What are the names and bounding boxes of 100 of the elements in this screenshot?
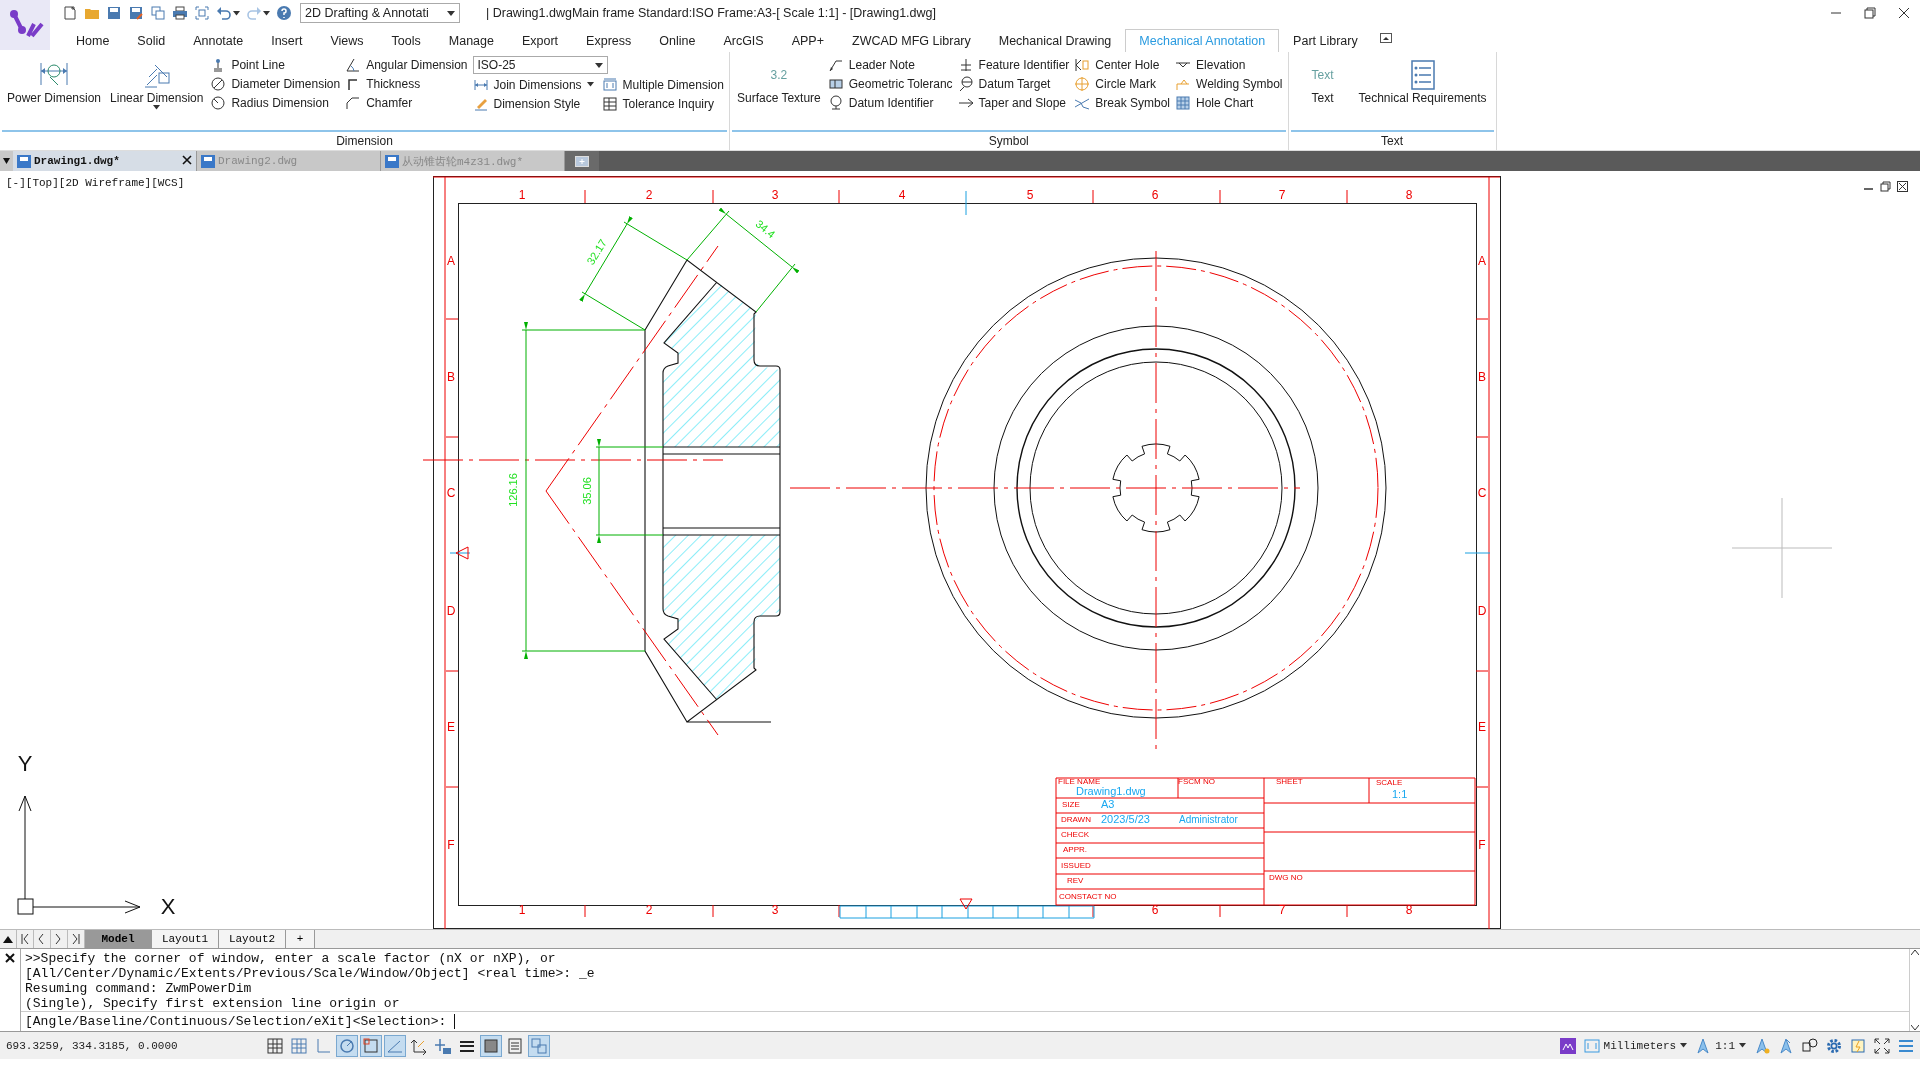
- ribbon-tool-button[interactable]: Dimension Style: [472, 95, 594, 112]
- ribbon-tool-button[interactable]: Datum Target: [957, 75, 1070, 92]
- ribbon-tab[interactable]: ArcGIS: [709, 29, 778, 52]
- ribbon-tab[interactable]: Manage: [434, 29, 508, 52]
- ribbon-tool-button[interactable]: Radius Dimension: [210, 94, 341, 111]
- ribbon-large-button[interactable]: Technical Requirements: [1356, 56, 1491, 130]
- undo-icon[interactable]: [216, 5, 232, 21]
- ribbon-tab[interactable]: Express: [572, 29, 646, 52]
- last-tab-icon[interactable]: [71, 932, 81, 946]
- close-icon[interactable]: [182, 154, 192, 165]
- ribbon-tool-button[interactable]: Chamfer: [345, 94, 468, 111]
- ribbon-tab[interactable]: Annotate: [179, 29, 258, 52]
- grid-label: 8: [1405, 903, 1413, 918]
- ribbon-tool-button[interactable]: Datum Identifier: [827, 94, 953, 111]
- isolate-objects-icon[interactable]: [1802, 1037, 1818, 1054]
- ribbon-tab[interactable]: Part Library: [1279, 29, 1372, 52]
- dimension-icon: [601, 76, 618, 93]
- selection-icon: [530, 1036, 548, 1055]
- title-block-value: 2023/5/23: [1101, 812, 1150, 825]
- ribbon-tab[interactable]: ZWCAD MFG Library: [838, 29, 985, 52]
- polar-toggle[interactable]: [336, 1034, 358, 1057]
- close-icon[interactable]: [5, 953, 15, 963]
- caret-icon[interactable]: [1739, 1043, 1746, 1048]
- layout-tab[interactable]: Model: [85, 930, 152, 948]
- grid-label: 4: [898, 188, 906, 203]
- annotation-visibility-icon[interactable]: [1754, 1037, 1770, 1054]
- dropdown-arrow-icon[interactable]: [3, 158, 10, 164]
- new-tab-icon[interactable]: [575, 155, 589, 167]
- caret-icon[interactable]: [263, 10, 270, 16]
- ribbon-tool-button[interactable]: Angular Dimension: [345, 56, 468, 73]
- layout-tab[interactable]: Layout2: [219, 930, 286, 948]
- new-file-icon[interactable]: [62, 5, 78, 21]
- ribbon-tool-button[interactable]: Point Line: [210, 56, 341, 73]
- grid-label: C: [446, 486, 456, 501]
- save-icon[interactable]: [106, 5, 122, 21]
- object-snap-toggle[interactable]: [360, 1034, 382, 1057]
- grid-label: 2: [645, 903, 653, 918]
- collapse-ribbon-icon[interactable]: [1379, 33, 1392, 43]
- ribbon-tool-button[interactable]: Welding Symbol: [1175, 75, 1283, 92]
- ribbon-tab[interactable]: Insert: [257, 29, 317, 52]
- ribbon-tab[interactable]: Solid: [123, 29, 180, 52]
- caret-icon[interactable]: [1680, 1043, 1688, 1048]
- viewport-controls-label[interactable]: [-][Top][2D Wireframe][WCS]: [6, 177, 185, 189]
- ribbon-tool-button[interactable]: Tolerance Inquiry: [601, 95, 724, 112]
- ribbon-tab[interactable]: Export: [507, 29, 573, 52]
- caret-icon[interactable]: [233, 10, 240, 16]
- ribbon-tool-button[interactable]: Thickness: [345, 75, 468, 92]
- caret-icon[interactable]: [586, 82, 594, 87]
- print-icon[interactable]: [172, 5, 188, 21]
- ribbon-tab[interactable]: APP+: [777, 29, 838, 52]
- ribbon-large-button[interactable]: Power Dimension: [5, 56, 104, 130]
- workspace-dropdown[interactable]: 2D Drafting & Annotati: [300, 3, 460, 23]
- first-tab-icon[interactable]: [20, 932, 30, 946]
- help-icon[interactable]: [276, 5, 292, 21]
- ribbon-large-button[interactable]: 3.2 Surface Texture: [734, 56, 823, 130]
- ribbon-tool-button[interactable]: Taper and Slope: [957, 94, 1070, 111]
- ribbon-tool-button[interactable]: Feature Identifier: [957, 56, 1070, 73]
- ribbon-tab[interactable]: Online: [645, 29, 710, 52]
- ribbon-tool-button[interactable]: Diameter Dimension: [210, 75, 341, 92]
- transparency-toggle[interactable]: [480, 1034, 502, 1057]
- save-as-icon[interactable]: [128, 5, 144, 21]
- units-dropdown[interactable]: Millimeters: [1583, 1038, 1688, 1053]
- ribbon-tool-button[interactable]: Circle Mark: [1074, 75, 1171, 92]
- ribbon-tab[interactable]: Views: [316, 29, 378, 52]
- windows-icon[interactable]: [150, 5, 166, 21]
- scroll-up-icon[interactable]: [1911, 949, 1919, 955]
- caret-icon: [447, 10, 455, 16]
- selection-toggle[interactable]: [528, 1034, 550, 1057]
- tracking-toggle[interactable]: [384, 1034, 406, 1057]
- layout-tab[interactable]: Layout1: [152, 930, 219, 948]
- ribbon-tool-button[interactable]: Hole Chart: [1175, 94, 1283, 111]
- fullscreen-icon[interactable]: [1874, 1037, 1890, 1054]
- add-layout-button[interactable]: +: [286, 930, 315, 948]
- ribbon-tool-button[interactable]: Multiple Dimension: [601, 76, 724, 93]
- settings-icon[interactable]: [1826, 1037, 1842, 1054]
- ribbon-large-button[interactable]: Linear Dimension: [108, 56, 206, 130]
- restore-icon[interactable]: [1864, 7, 1876, 19]
- close-icon[interactable]: [1898, 7, 1910, 19]
- menu-icon[interactable]: [1898, 1037, 1914, 1054]
- ribbon-tool-button[interactable]: Join Dimensions: [472, 76, 594, 93]
- restore-icon[interactable]: [1880, 181, 1891, 192]
- ribbon-tool-button[interactable]: Break Symbol: [1074, 94, 1171, 111]
- zoom-frame-icon[interactable]: [194, 5, 210, 21]
- ribbon-tool-button[interactable]: Geometric Toleranc: [827, 75, 953, 92]
- ribbon-tab[interactable]: Mechanical Drawing: [984, 29, 1126, 52]
- scroll-up-icon[interactable]: [3, 935, 13, 943]
- annotation-scale-dropdown[interactable]: 1:1: [1695, 1037, 1746, 1054]
- app-logo-icon[interactable]: [1559, 1037, 1576, 1054]
- ribbon-tab[interactable]: Home: [62, 29, 124, 52]
- document-tab[interactable]: Drawing1.dwg*: [13, 151, 197, 171]
- close-icon[interactable]: [1897, 181, 1908, 192]
- dimension-style-dropdown[interactable]: ISO-25: [472, 56, 608, 74]
- ribbon-tool-button[interactable]: Center Hole: [1074, 56, 1171, 73]
- scroll-down-icon[interactable]: [1911, 1025, 1919, 1031]
- ribbon-tool-button[interactable]: Elevation: [1175, 56, 1283, 73]
- ribbon-tab[interactable]: Tools: [377, 29, 435, 52]
- ribbon-tool-button[interactable]: Leader Note: [827, 56, 953, 73]
- auto-scale-icon[interactable]: [1778, 1037, 1794, 1054]
- ribbon-large-button[interactable]: Text Text: [1293, 56, 1352, 130]
- caret-icon[interactable]: [153, 105, 161, 110]
